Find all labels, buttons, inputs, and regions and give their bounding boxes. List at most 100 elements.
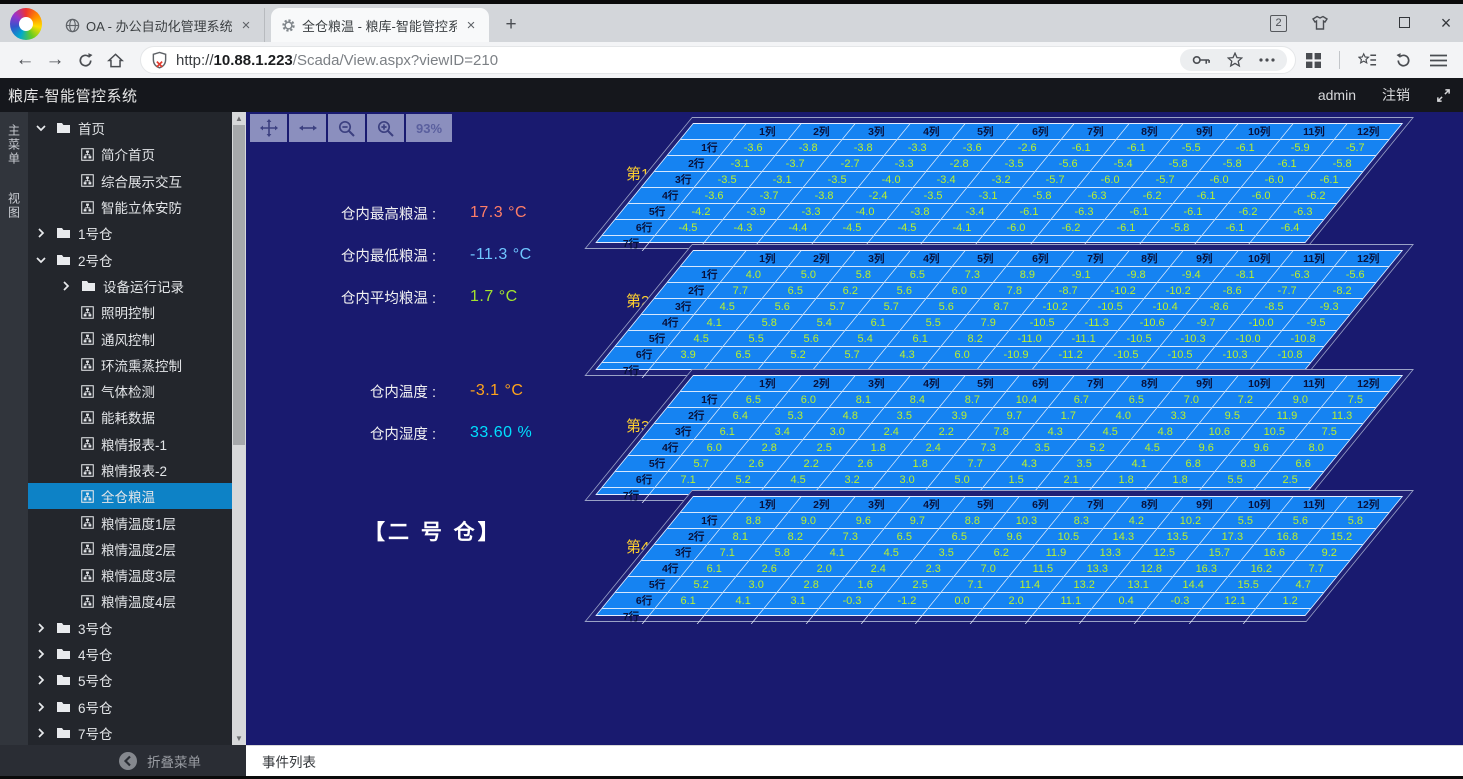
url-field[interactable]: http://10.88.1.223/Scada/View.aspx?viewI… (140, 46, 1296, 74)
sidebar-item-3[interactable]: 智能立体安防 (28, 194, 232, 220)
temperature-cell: -6.3 (1269, 203, 1337, 219)
zoom-out-button[interactable] (328, 114, 365, 142)
sidebar-item-5[interactable]: 2号仓 (28, 246, 232, 272)
logout-link[interactable]: 注销 (1382, 85, 1410, 105)
layer-slab-1: 1列2列3列4列5列6列7列8列9列10列11列12列1行-3.6-3.8-3.… (584, 117, 1414, 249)
fullscreen-icon[interactable] (1436, 88, 1451, 103)
sidebar-item-22[interactable]: 6号仓 (28, 694, 232, 720)
zoom-level-label: 93% (406, 114, 452, 142)
sidebar-item-4[interactable]: 1号仓 (28, 220, 232, 246)
temperature-cell: -10.8 (1256, 346, 1324, 362)
view-page-icon (81, 148, 94, 161)
tab-close-icon[interactable]: × (463, 17, 479, 34)
view-page-icon (81, 385, 94, 398)
sidebar-item-label: 2号仓 (78, 250, 113, 270)
sidebar-item-11[interactable]: 能耗数据 (28, 404, 232, 430)
chevron-right-icon[interactable] (36, 702, 48, 712)
layer-slab-4: 1列2列3列4列5列6列7列8列9列10列11列12列1行8.89.09.69.… (584, 490, 1414, 622)
chevron-right-icon[interactable] (36, 728, 48, 738)
sidebar-item-19[interactable]: 3号仓 (28, 615, 232, 641)
sidebar-item-16[interactable]: 粮情温度2层 (28, 536, 232, 562)
sidebar-item-2[interactable]: 综合展示交互 (28, 168, 232, 194)
stat-label: 仓内平均粮温 : (320, 287, 436, 308)
sidebar-item-label: 环流熏蒸控制 (101, 355, 182, 375)
sidebar-item-1[interactable]: 简介首页 (28, 141, 232, 167)
sidebar-item-9[interactable]: 环流熏蒸控制 (28, 352, 232, 378)
sidebar-item-15[interactable]: 粮情温度1层 (28, 509, 232, 535)
sidebar-item-label: 综合展示交互 (101, 171, 182, 191)
view-page-icon (81, 464, 94, 477)
sidebar-item-14[interactable]: 全仓粮温 (28, 483, 232, 509)
chevron-right-icon[interactable] (36, 675, 48, 685)
sidebar-item-label: 粮情温度2层 (101, 539, 176, 559)
menu-icon[interactable] (1430, 54, 1447, 67)
sidebar-item-17[interactable]: 粮情温度3层 (28, 562, 232, 588)
sidebar-scrollbar[interactable]: ▲ ▼ (232, 112, 246, 745)
sidebar-item-0[interactable]: 首页 (28, 115, 232, 141)
new-tab-button[interactable]: + (497, 11, 525, 39)
pan-move-button[interactable] (250, 114, 287, 142)
folder-icon (56, 727, 71, 739)
temperature-cell: -5.7 (1321, 139, 1389, 155)
undo-sync-icon[interactable] (1395, 52, 1412, 69)
browser-tab-bar: OA - 办公自动化管理系统 × 全仓粮温 - 粮库-智能管控系统 × + 2 … (0, 4, 1463, 42)
apps-grid-icon[interactable] (1306, 53, 1321, 68)
close-button[interactable]: × (1437, 13, 1455, 34)
chevron-right-icon[interactable] (61, 281, 73, 291)
browser-window: OA - 办公自动化管理系统 × 全仓粮温 - 粮库-智能管控系统 × + 2 … (0, 0, 1463, 779)
sidebar-item-13[interactable]: 粮情报表-2 (28, 457, 232, 483)
current-user: admin (1318, 87, 1356, 103)
home-icon[interactable] (100, 46, 130, 74)
sidebar-item-7[interactable]: 照明控制 (28, 299, 232, 325)
temperature-cell: 6.6 (1269, 455, 1337, 471)
browser-tab-current[interactable]: 全仓粮温 - 粮库-智能管控系统 × (271, 8, 489, 42)
tab-close-icon[interactable]: × (238, 17, 254, 34)
warehouse-name-label: 【二 号 仓】 (364, 516, 502, 546)
chevron-right-icon[interactable] (36, 623, 48, 633)
toolbar-divider (1339, 51, 1340, 69)
stat-value: 33.60 % (470, 424, 532, 442)
shield-insecure-icon[interactable] (151, 51, 168, 69)
more-options-icon[interactable] (1259, 58, 1275, 62)
theme-shirt-icon[interactable] (1311, 15, 1329, 31)
sidebar-item-21[interactable]: 5号仓 (28, 667, 232, 693)
event-list-panel-header[interactable]: 事件列表 (246, 745, 1463, 776)
collapse-menu-button[interactable]: 折叠菜单 (0, 745, 246, 776)
sidebar-item-12[interactable]: 粮情报表-1 (28, 431, 232, 457)
browser-logo-icon[interactable] (10, 8, 42, 40)
back-icon[interactable]: ← (10, 46, 40, 74)
sidebar-item-18[interactable]: 粮情温度4层 (28, 588, 232, 614)
temperature-cell: 7.5 (1321, 391, 1389, 407)
browser-tab-oa[interactable]: OA - 办公自动化管理系统 × (55, 8, 265, 42)
folder-icon (56, 122, 71, 134)
maximize-button[interactable] (1395, 15, 1413, 32)
tab-count-badge[interactable]: 2 (1270, 15, 1287, 32)
forward-icon[interactable]: → (40, 46, 70, 74)
sidebar-item-10[interactable]: 气体检测 (28, 378, 232, 404)
rail-tab-main-menu[interactable]: 主菜单 (6, 124, 23, 166)
sidebar-item-8[interactable]: 通风控制 (28, 325, 232, 351)
sidebar-item-6[interactable]: 设备运行记录 (28, 273, 232, 299)
chevron-down-icon[interactable] (36, 255, 48, 265)
zoom-in-button[interactable] (367, 114, 404, 142)
password-key-icon[interactable] (1192, 54, 1211, 66)
sidebar-item-23[interactable]: 7号仓 (28, 720, 232, 745)
sidebar-item-label: 粮情温度3层 (101, 565, 176, 585)
chevron-down-icon[interactable] (36, 123, 48, 133)
scroll-up-icon[interactable]: ▲ (232, 112, 246, 125)
tab-title: 全仓粮温 - 粮库-智能管控系统 (302, 16, 457, 35)
favorites-bar-icon[interactable] (1358, 52, 1377, 68)
fit-width-button[interactable] (289, 114, 326, 142)
bookmark-star-icon[interactable] (1227, 52, 1243, 68)
chevron-right-icon[interactable] (36, 649, 48, 659)
stat-label: 仓内湿度 : (320, 423, 436, 444)
reload-icon[interactable] (70, 46, 100, 74)
rail-tab-view[interactable]: 视图 (6, 192, 23, 220)
scrollbar-thumb[interactable] (233, 125, 245, 445)
scroll-down-icon[interactable]: ▼ (232, 732, 246, 745)
chevron-right-icon[interactable] (36, 228, 48, 238)
temperature-cell: -9.5 (1282, 314, 1350, 330)
sidebar-item-20[interactable]: 4号仓 (28, 641, 232, 667)
side-rail: 主菜单 视图 (0, 112, 28, 745)
view-page-icon (81, 411, 94, 424)
